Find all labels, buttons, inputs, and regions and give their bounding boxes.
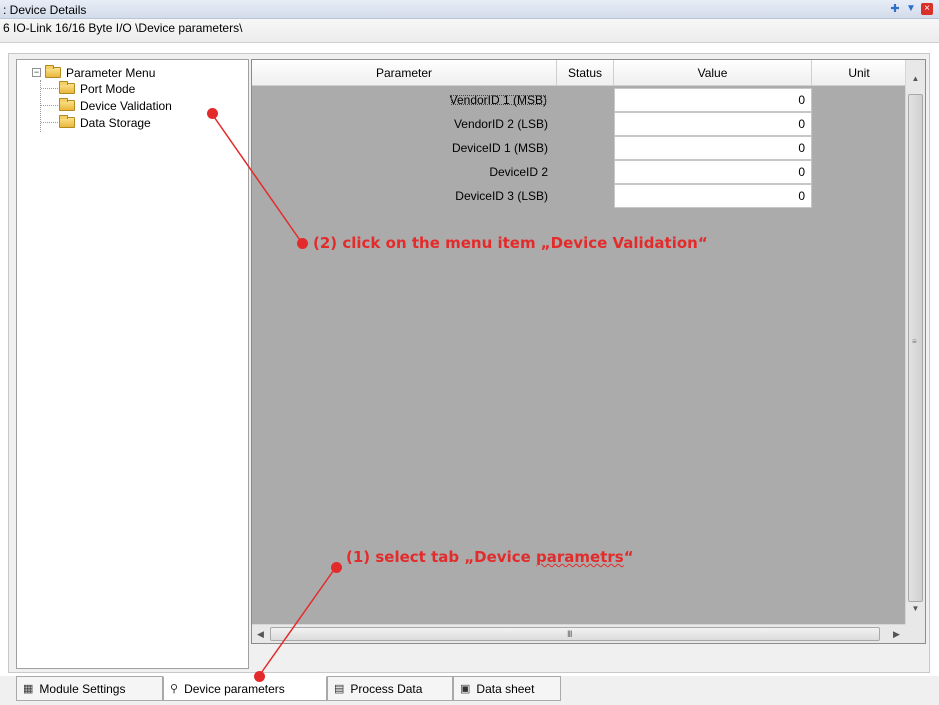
value-field[interactable]: 0 [614, 112, 812, 136]
table-row[interactable]: DeviceID 3 (LSB) 0 [252, 184, 812, 208]
column-header-unit[interactable]: Unit [812, 60, 907, 86]
breadcrumb-path: 6 IO-Link 16/16 Byte I/O \Device paramet… [3, 21, 243, 35]
tab-label: Data sheet [476, 681, 535, 696]
vertical-scrollbar[interactable]: ▲ ≡ ▼ [905, 60, 925, 625]
table-row[interactable]: DeviceID 2 0 [252, 160, 812, 184]
tree-item-label: Data Storage [80, 115, 151, 130]
folder-open-icon [45, 65, 61, 78]
annotation-step-2: (2) click on the menu item „Device Valid… [313, 234, 708, 252]
value-field[interactable]: 0 [614, 136, 812, 160]
horizontal-scrollbar[interactable]: ◀ III ▶ [252, 624, 907, 643]
parameter-cell: VendorID 2 (LSB) [252, 112, 557, 136]
value-field[interactable]: 0 [614, 160, 812, 184]
column-header-value[interactable]: Value [614, 60, 812, 86]
tab-label: Module Settings [39, 681, 126, 696]
window-title: : Device Details [3, 3, 87, 17]
tree-item-label: Parameter Menu [66, 65, 156, 80]
scroll-thumb[interactable]: III [270, 627, 880, 641]
grip-icon: III [567, 629, 572, 639]
status-cell [557, 112, 614, 136]
tab-data-sheet[interactable]: ▣ Data sheet [453, 676, 561, 701]
annotation-dot [331, 562, 342, 573]
annotation-text: “ [623, 548, 634, 566]
tab-bar: ▦ Module Settings ⚲ Device parameters ▤ … [0, 676, 939, 705]
table-row[interactable]: VendorID 2 (LSB) 0 [252, 112, 812, 136]
scrollbar-corner [905, 624, 925, 643]
tree-item-parameter-menu[interactable]: − Parameter Menu [32, 64, 155, 81]
tab-module-settings[interactable]: ▦ Module Settings [16, 676, 163, 701]
value-field[interactable]: 0 [614, 184, 812, 208]
annotation-dot [207, 108, 218, 119]
tab-process-data[interactable]: ▤ Process Data [327, 676, 453, 701]
module-settings-icon: ▦ [23, 683, 34, 695]
annotation-dot [297, 238, 308, 249]
column-header-parameter[interactable]: Parameter [252, 60, 557, 86]
chevron-down-icon[interactable]: ▼ [905, 3, 917, 14]
grip-icon: ≡ [912, 337, 917, 346]
misspelled-word: parametrs [536, 548, 624, 566]
tree-item-label: Port Mode [80, 81, 136, 96]
breadcrumb: 6 IO-Link 16/16 Byte I/O \Device paramet… [0, 19, 939, 43]
tree-connector [41, 88, 58, 89]
tree-connector [41, 122, 58, 123]
tree-connector [41, 105, 58, 106]
status-cell [557, 88, 614, 112]
annotation-dot [254, 671, 265, 682]
pin-icon[interactable]: ✚ [889, 2, 901, 15]
status-cell [557, 160, 614, 184]
table-row[interactable]: VendorID 1 (MSB) 0 [252, 88, 812, 112]
scroll-up-icon[interactable]: ▲ [906, 70, 925, 87]
table-row[interactable]: DeviceID 1 (MSB) 0 [252, 136, 812, 160]
close-icon[interactable]: × [921, 2, 933, 15]
parameter-cell: DeviceID 3 (LSB) [252, 184, 557, 208]
folder-icon [59, 81, 75, 94]
tab-label: Device parameters [184, 681, 285, 696]
scroll-right-icon[interactable]: ▶ [888, 625, 905, 643]
parameter-cell: DeviceID 1 (MSB) [252, 136, 557, 160]
parameter-cell: DeviceID 2 [252, 160, 557, 184]
grid-header: Parameter Status Value Unit [252, 60, 907, 86]
document-icon: ▣ [460, 683, 471, 695]
tab-device-parameters[interactable]: ⚲ Device parameters [163, 676, 327, 701]
tree-item-label: Device Validation [80, 98, 172, 113]
window-controls: ✚ ▼ × [889, 2, 933, 15]
tree-item-device-validation[interactable]: Device Validation [59, 97, 172, 114]
parameter-name: VendorID 1 (MSB) [449, 93, 547, 107]
annotation-text: (1) select tab „Device [346, 548, 537, 566]
window-title-bar: : Device Details ✚ ▼ × [0, 0, 939, 19]
status-cell [557, 136, 614, 160]
tree-item-data-storage[interactable]: Data Storage [59, 114, 151, 131]
annotation-step-1: (1) select tab „Device parametrs“ [346, 548, 634, 566]
folder-icon [59, 115, 75, 128]
parameter-tree: − Parameter Menu Port Mode Device Valida… [16, 59, 249, 669]
tree-item-port-mode[interactable]: Port Mode [59, 80, 135, 97]
folder-icon [59, 98, 75, 111]
status-cell [557, 184, 614, 208]
wrench-icon: ⚲ [170, 683, 179, 695]
parameter-cell: VendorID 1 (MSB) [252, 88, 557, 112]
tab-label: Process Data [350, 681, 423, 696]
value-field[interactable]: 0 [614, 88, 812, 112]
collapse-icon[interactable]: − [32, 68, 41, 77]
binary-data-icon: ▤ [334, 683, 345, 695]
scroll-left-icon[interactable]: ◀ [252, 625, 269, 643]
column-header-status[interactable]: Status [557, 60, 614, 86]
scroll-down-icon[interactable]: ▼ [906, 600, 925, 617]
scroll-thumb[interactable]: ≡ [908, 94, 923, 602]
